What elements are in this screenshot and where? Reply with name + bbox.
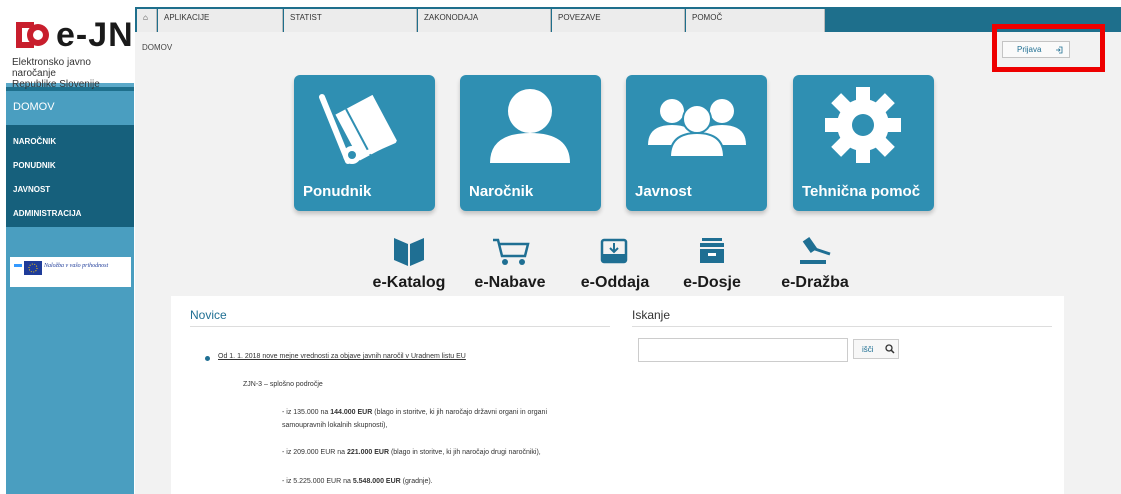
search-button[interactable]: išči <box>853 339 899 359</box>
news-line-4-post: (gradnje). <box>400 478 433 485</box>
inbox-icon <box>600 238 628 264</box>
module-e-oddaja-label: e-Oddaja <box>580 274 650 291</box>
sidebar-item-ponudnik[interactable]: PONUDNIK <box>6 155 134 179</box>
news-line-4-pre: - iz 5.225.000 EUR na <box>282 478 353 485</box>
news-line-1-bold: 144.000 EUR <box>330 409 373 416</box>
topnav-pomoc[interactable]: POMOČ <box>686 9 825 32</box>
sidebar-item-home[interactable]: DOMOV <box>6 91 134 125</box>
news-line-2: samoupravnih lokalnih skupnosti), <box>282 421 387 431</box>
sidebar-item-administracija[interactable]: ADMINISTRACIJA <box>6 203 134 227</box>
gear-icon <box>825 87 901 163</box>
novice-title: Novice <box>190 308 227 322</box>
module-e-dosje[interactable]: e-Dosje <box>667 232 757 291</box>
topnav-aplikacije[interactable]: APLIKACIJE <box>158 9 283 32</box>
search-icon <box>885 344 895 354</box>
tile-tehnicna-pomoc-label: Tehnična pomoč <box>802 183 921 200</box>
news-line-3-bold: 221.000 EUR <box>346 449 390 456</box>
module-e-katalog[interactable]: e-Katalog <box>364 232 454 291</box>
logo-mark-icon <box>16 22 49 48</box>
news-heading: ZJN-3 – splošno področje <box>243 381 323 388</box>
news-line-4: - iz 5.225.000 EUR na 5.548.000 EUR (gra… <box>282 477 433 487</box>
news-line-1-pre: - iz 135.000 na <box>282 409 331 416</box>
news-bullet <box>205 356 210 361</box>
topbar: ⌂ APLIKACIJE STATIST ZAKONODAJA POVEZAVE… <box>135 7 1121 32</box>
module-e-nabave-label: e-Nabave <box>474 274 546 291</box>
novice-divider <box>190 326 610 327</box>
tile-ponudnik[interactable]: Ponudnik <box>294 75 435 211</box>
page: e-JN Elektronsko javno naročanje Republi… <box>0 0 1121 494</box>
news-line-3-pre: - iz 209.000 EUR na <box>282 449 347 456</box>
module-e-dosje-label: e-Dosje <box>683 274 741 291</box>
sidebar-item-javnost[interactable]: JAVNOST <box>6 179 134 203</box>
cart-icon <box>493 238 530 265</box>
module-e-oddaja[interactable]: e-Oddaja <box>570 232 660 291</box>
search-input[interactable] <box>638 338 848 362</box>
home-tab-icon[interactable]: ⌂ <box>137 9 157 32</box>
news-line-3-post: (blago in storitve, ki jih naročajo drug… <box>389 449 541 456</box>
sidebar-item-narocnik[interactable]: NAROČNIK <box>6 131 134 155</box>
hand-truck-icon <box>319 94 397 164</box>
news-line-2-pre: samoupravnih lokalnih skupnosti), <box>282 422 388 429</box>
group-icon <box>648 99 746 158</box>
tile-ponudnik-label: Ponudnik <box>303 183 372 200</box>
tile-narocnik-label: Naročnik <box>469 183 534 200</box>
module-e-nabave[interactable]: e-Nabave <box>465 232 555 291</box>
eu-banner-text: Naložba v vašo prihodnost <box>44 263 109 269</box>
topnav-zakonodaja[interactable]: ZAKONODAJA <box>418 9 551 32</box>
tile-tehnicna-pomoc[interactable]: Tehnična pomoč <box>793 75 934 211</box>
news-link[interactable]: Od 1. 1. 2018 nove mejne vrednosti za ob… <box>218 353 466 360</box>
logo-name: e-JN <box>56 16 134 54</box>
logo-subtitle-line1: Elektronsko javno naročanje <box>12 57 91 79</box>
sidebar-nav: NAROČNIK PONUDNIK JAVNOST ADMINISTRACIJA <box>6 125 134 227</box>
gavel-icon <box>800 236 831 264</box>
module-e-drazba-label: e-Dražba <box>781 274 849 291</box>
iskanje-title: Iskanje <box>632 308 671 322</box>
eu-banner[interactable]: Naložba v vašo prihodnost <box>10 257 131 287</box>
logo-subtitle-line2: Republike Slovenije <box>12 79 100 90</box>
sidebar: e-JN Elektronsko javno naročanje Republi… <box>6 7 134 494</box>
topnav-povezave[interactable]: POVEZAVE <box>552 9 685 32</box>
tile-narocnik[interactable]: Naročnik <box>460 75 601 211</box>
news-line-4-bold: 5.548.000 EUR <box>352 478 401 485</box>
search-button-label: išči <box>862 345 874 354</box>
highlight-box <box>992 24 1105 72</box>
book-icon <box>394 238 424 266</box>
user-icon <box>490 89 570 163</box>
topnav-statist[interactable]: STATIST <box>284 9 417 32</box>
module-e-drazba[interactable]: e-Dražba <box>770 232 860 291</box>
tile-javnost[interactable]: Javnost <box>626 75 767 211</box>
tile-javnost-label: Javnost <box>635 183 692 200</box>
logo[interactable]: e-JN Elektronsko javno naročanje Republi… <box>6 7 134 90</box>
iskanje-divider <box>632 326 1052 327</box>
module-e-katalog-label: e-Katalog <box>372 274 446 291</box>
logo-subtitle: Elektronsko javno naročanje Republike Sl… <box>12 57 134 90</box>
news-line-1: - iz 135.000 na 144.000 EUR (blago in st… <box>282 408 547 418</box>
news-line-3: - iz 209.000 EUR na 221.000 EUR (blago i… <box>282 448 541 458</box>
news-line-1-post: (blago in storitve, ki jih naročajo drža… <box>372 409 547 416</box>
eu-flag-icon <box>14 261 42 281</box>
breadcrumb[interactable]: DOMOV <box>142 43 172 52</box>
archive-icon <box>700 238 724 263</box>
